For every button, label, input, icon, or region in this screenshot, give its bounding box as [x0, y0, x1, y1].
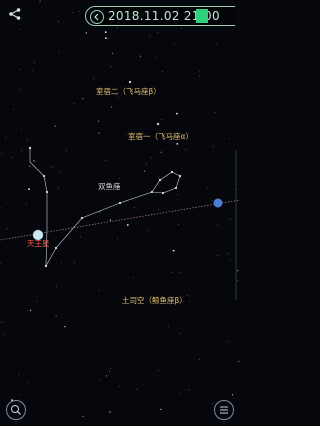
- menu-icon: [220, 406, 228, 414]
- uranus-planet[interactable]: [32, 229, 44, 241]
- planet-layer: [32, 198, 223, 241]
- search-button[interactable]: [6, 400, 26, 420]
- search-icon: [11, 405, 21, 415]
- menu-button[interactable]: [214, 400, 234, 420]
- neptune-planet[interactable]: [213, 198, 223, 208]
